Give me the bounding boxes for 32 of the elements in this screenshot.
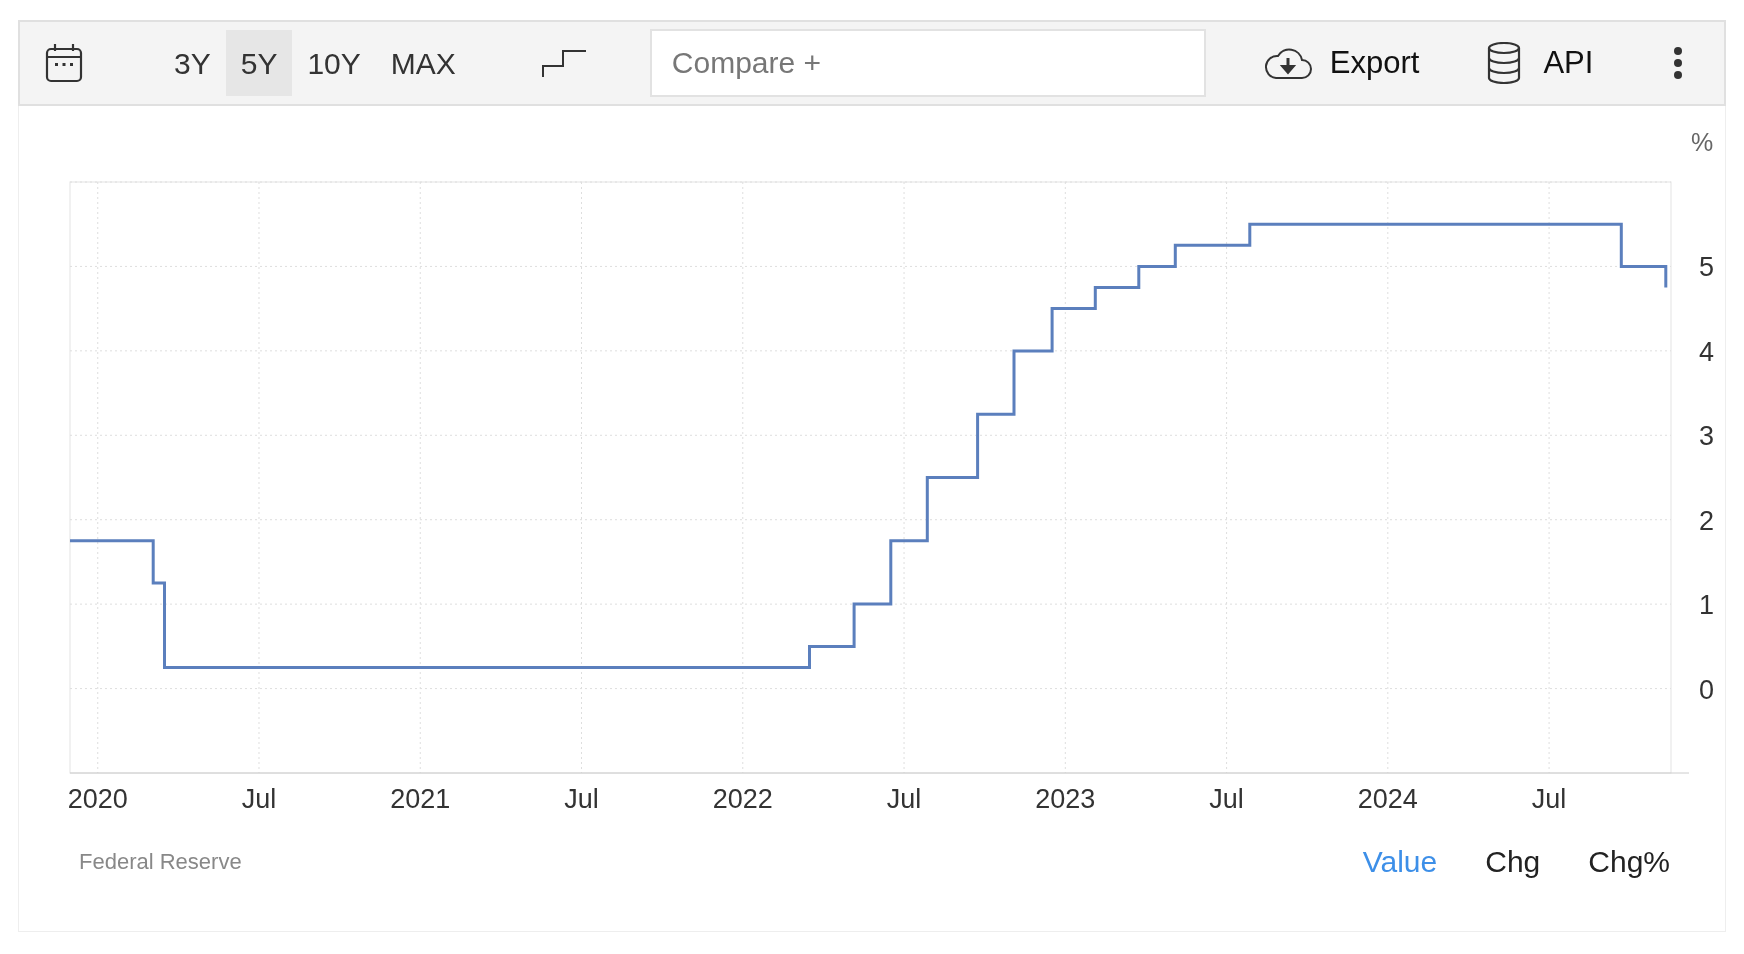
x-axis-label: 2024 (1357, 784, 1418, 814)
y-axis-label: 1 (1699, 590, 1715, 621)
api-button[interactable]: API (1487, 39, 1594, 87)
x-axis-label: Jul (1209, 784, 1244, 814)
more-menu-icon[interactable] (1673, 47, 1684, 79)
cloud-download-icon (1263, 46, 1312, 80)
step-chart-icon[interactable] (540, 48, 587, 78)
x-axis-label: 2023 (1035, 784, 1096, 814)
x-axis-label: Jul (886, 784, 922, 814)
x-axis-label: Jul (241, 784, 277, 814)
range-tab[interactable]: MAX (375, 30, 471, 96)
y-axis-label: 4 (1699, 336, 1715, 367)
unit-label: % (1691, 128, 1714, 156)
source-label: Federal Reserve (79, 847, 242, 876)
range-tab[interactable]: 3Y (159, 30, 226, 96)
database-icon (1487, 42, 1522, 84)
y-axis-label: 0 (1699, 674, 1715, 705)
x-axis-label: 2020 (67, 784, 128, 814)
x-axis-label: Jul (1531, 784, 1567, 814)
x-axis-label: 2022 (712, 784, 773, 814)
mode-tab[interactable]: Chg (1485, 838, 1541, 884)
export-button[interactable]: Export (1263, 39, 1420, 87)
x-axis-label: Jul (564, 784, 599, 814)
x-axis-label: 2021 (390, 784, 451, 814)
mode-tab[interactable]: Chg% (1588, 838, 1670, 884)
calendar-icon[interactable] (45, 43, 83, 83)
compare-field[interactable]: Compare + (649, 29, 1206, 97)
range-tab[interactable]: 5Y (225, 30, 293, 96)
range-tab[interactable]: 10Y (292, 30, 376, 96)
y-axis-label: 5 (1699, 252, 1715, 283)
y-axis-label: 2 (1699, 505, 1715, 536)
y-axis-label: 3 (1699, 421, 1715, 452)
